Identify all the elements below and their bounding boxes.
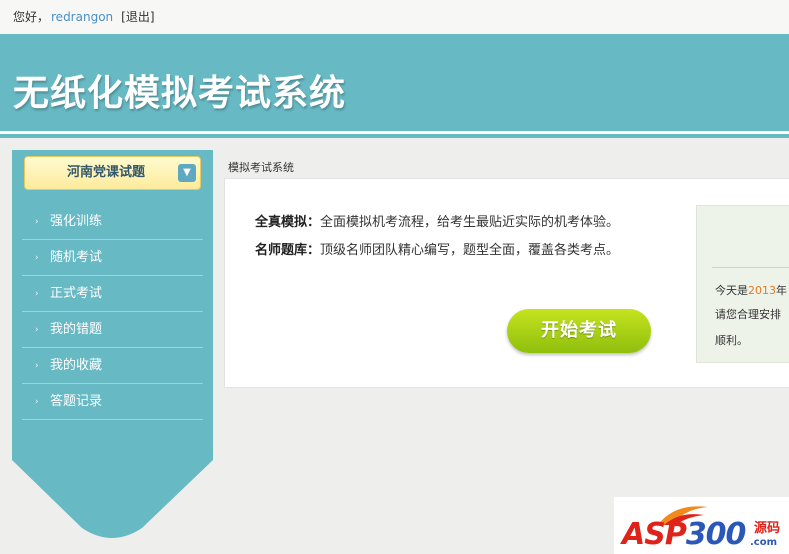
watermark-text: ASP300 bbox=[622, 517, 747, 552]
breadcrumb: 模拟考试系统 bbox=[228, 161, 294, 174]
header-banner: 无纸化模拟考试系统 bbox=[0, 34, 789, 131]
feature-text: 全面模拟机考流程，给考生最贴近实际的机考体验。 bbox=[320, 215, 620, 230]
notice-divider bbox=[712, 267, 789, 268]
feature-text: 顶级名师团队精心编写，题型全面，覆盖各类考点。 bbox=[320, 243, 620, 258]
subject-dropdown-value: 河南党课试题 bbox=[67, 165, 146, 180]
arrow-right-icon: › bbox=[35, 361, 39, 371]
sidebar-item-favorites[interactable]: › 我的收藏 bbox=[22, 348, 203, 384]
arrow-right-icon: › bbox=[35, 253, 39, 263]
sidebar-item-label: 强化训练 bbox=[50, 214, 103, 229]
watermark-logo: ASP300 源码 .com bbox=[614, 497, 789, 554]
sidebar-item-intensive-training[interactable]: › 强化训练 bbox=[22, 204, 203, 240]
sidebar-item-label: 正式考试 bbox=[50, 286, 103, 301]
watermark-asp: ASP bbox=[622, 517, 687, 552]
header-divider-bottom bbox=[0, 134, 789, 138]
feature-title: 全真模拟： bbox=[255, 215, 321, 230]
watermark-number: 300 bbox=[685, 517, 747, 552]
logout-link[interactable]: [退出] bbox=[121, 10, 154, 24]
notice-year: 2013 bbox=[748, 284, 776, 297]
sidebar-item-label: 我的错题 bbox=[50, 322, 103, 337]
sidebar-menu: › 强化训练 › 随机考试 › 正式考试 › 我的错题 › 我的收藏 › 答题记录 bbox=[22, 204, 203, 420]
username-link[interactable]: redrangon bbox=[51, 10, 113, 24]
exam-panel: 全真模拟：全面模拟机考流程，给考生最贴近实际的机考体验。 名师题库：顶级名师团队… bbox=[224, 178, 789, 388]
arrow-right-icon: › bbox=[35, 217, 39, 227]
watermark-domain: .com bbox=[750, 537, 778, 548]
sidebar-item-label: 随机考试 bbox=[50, 250, 103, 265]
system-title: 无纸化模拟考试系统 bbox=[13, 73, 347, 114]
feature-question-bank: 名师题库：顶级名师团队精心编写，题型全面，覆盖各类考点。 bbox=[255, 239, 619, 258]
arrow-right-icon: › bbox=[35, 289, 39, 299]
watermark-tag: 源码 bbox=[754, 521, 781, 536]
sidebar-item-formal-exam[interactable]: › 正式考试 bbox=[22, 276, 203, 312]
arrow-right-icon: › bbox=[35, 325, 39, 335]
sidebar-item-label: 我的收藏 bbox=[50, 358, 103, 373]
sidebar-item-label: 答题记录 bbox=[50, 394, 103, 409]
notice-suffix: 年 bbox=[776, 284, 787, 297]
start-exam-button[interactable]: 开始考试 bbox=[507, 309, 651, 353]
notice-prefix: 今天是 bbox=[715, 284, 748, 297]
chevron-down-icon[interactable]: ▼ bbox=[178, 164, 196, 182]
arrow-right-icon: › bbox=[35, 397, 39, 407]
sidebar-item-wrong-questions[interactable]: › 我的错题 bbox=[22, 312, 203, 348]
notice-line-arrange: 请您合理安排 bbox=[715, 308, 781, 321]
feature-simulation: 全真模拟：全面模拟机考流程，给考生最贴近实际的机考体验。 bbox=[255, 211, 619, 230]
subject-dropdown[interactable]: 河南党课试题 ▼ bbox=[24, 156, 201, 190]
greeting-text: 您好， bbox=[13, 10, 50, 24]
notice-line-date: 今天是2013年 bbox=[715, 282, 787, 298]
notice-line-wish: 顺利。 bbox=[715, 334, 748, 347]
feature-title: 名师题库： bbox=[255, 243, 321, 258]
top-bar: 您好， redrangon [退出] bbox=[0, 0, 789, 34]
notice-box: 今天是2013年 请您合理安排 顺利。 bbox=[696, 205, 789, 363]
sidebar: 河南党课试题 ▼ › 强化训练 › 随机考试 › 正式考试 › 我的错题 › 我的收藏 ›… bbox=[12, 150, 213, 540]
sidebar-item-answer-history[interactable]: › 答题记录 bbox=[22, 384, 203, 420]
sidebar-item-random-exam[interactable]: › 随机考试 bbox=[22, 240, 203, 276]
